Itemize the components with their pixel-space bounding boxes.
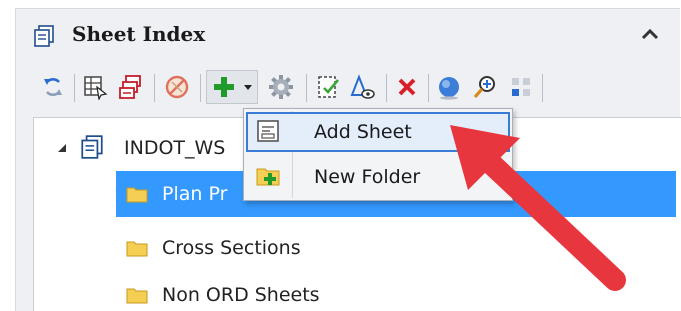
page: Sheet Index INDOT_WS Plan Pr Cross Secti… bbox=[0, 0, 681, 311]
tree-item-label: Non ORD Sheets bbox=[162, 284, 320, 306]
gear-icon bbox=[269, 75, 293, 99]
sheet-index-icon bbox=[81, 135, 103, 159]
folder-icon bbox=[126, 241, 148, 257]
panel-titlebar: Sheet Index bbox=[16, 9, 680, 55]
panel-title: Sheet Index bbox=[72, 22, 206, 46]
zoom-in-button[interactable] bbox=[470, 72, 500, 102]
grid-icon bbox=[512, 78, 530, 96]
sheet-properties-button[interactable] bbox=[80, 72, 110, 102]
toolbar-separator bbox=[306, 74, 307, 102]
sheet-properties-icon bbox=[84, 76, 108, 100]
sheet-stack-icon bbox=[119, 75, 141, 99]
delete-button[interactable] bbox=[392, 72, 422, 102]
refresh-button[interactable] bbox=[38, 72, 68, 102]
edit-document-icon bbox=[318, 76, 339, 98]
add-sheet-icon bbox=[257, 120, 279, 142]
folder-icon bbox=[126, 288, 148, 304]
cancel-icon bbox=[165, 75, 189, 99]
toolbar-separator bbox=[154, 74, 155, 102]
chevron-down-icon bbox=[244, 85, 252, 90]
tree-item-label: Plan Pr bbox=[162, 183, 228, 205]
triangle-eye-icon bbox=[350, 74, 375, 99]
collapse-chevron-icon[interactable] bbox=[639, 25, 661, 43]
sheet-index-toolbar bbox=[34, 68, 664, 108]
add-dropdown-button[interactable] bbox=[206, 70, 258, 104]
toolbar-separator bbox=[428, 74, 429, 102]
globe-button[interactable] bbox=[434, 72, 464, 102]
add-icon bbox=[214, 77, 234, 97]
new-folder-icon bbox=[256, 168, 280, 186]
tree-root-label: INDOT_WS bbox=[124, 137, 226, 159]
globe-icon bbox=[439, 77, 459, 100]
toolbar-separator bbox=[386, 74, 387, 102]
grid-button[interactable] bbox=[506, 72, 536, 102]
review-button[interactable] bbox=[348, 72, 378, 102]
menu-item-label: Add Sheet bbox=[314, 121, 412, 143]
sheet-index-icon bbox=[34, 25, 54, 47]
cancel-button[interactable] bbox=[162, 72, 192, 102]
delete-icon bbox=[398, 78, 416, 96]
refresh-icon bbox=[44, 78, 62, 96]
annotation-arrow-icon bbox=[450, 125, 626, 291]
folder-icon bbox=[126, 187, 148, 203]
sheet-stack-button[interactable] bbox=[116, 72, 146, 102]
toolbar-separator bbox=[74, 74, 75, 102]
menu-item-label: New Folder bbox=[314, 166, 421, 188]
edit-document-button[interactable] bbox=[314, 72, 344, 102]
settings-button[interactable] bbox=[266, 72, 296, 102]
tree-item-label: Cross Sections bbox=[162, 237, 301, 259]
zoom-in-icon bbox=[473, 76, 495, 99]
toolbar-separator bbox=[200, 74, 201, 102]
toolbar-separator bbox=[542, 74, 543, 102]
expanded-triangle-icon[interactable] bbox=[56, 142, 68, 154]
